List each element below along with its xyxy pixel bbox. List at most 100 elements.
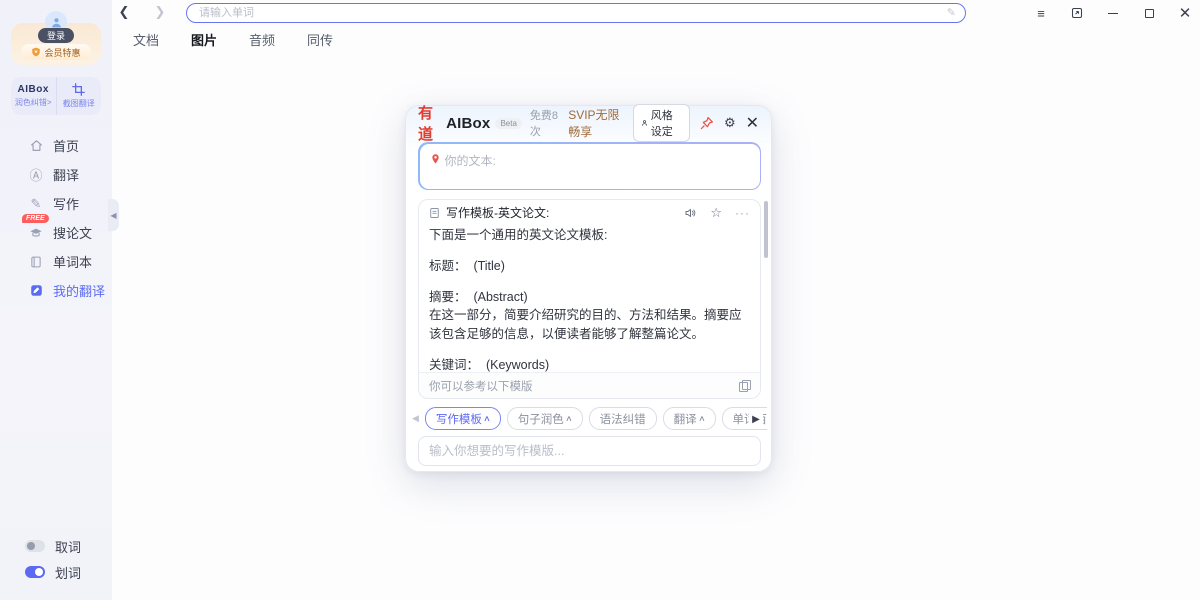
more-icon[interactable]: ··· [735,206,750,220]
tab-image[interactable]: 图片 [191,28,217,51]
screenshot-translate-shortcut[interactable]: 截图翻译 [56,77,102,115]
aibox-shortcut-card: AIBox 润色纠错> 截图翻译 [11,77,101,115]
chips-scroll-left-icon[interactable]: ◀ [412,413,419,424]
chip-translate[interactable]: 翻译∧ [663,407,716,430]
pin-window-icon[interactable] [700,115,714,131]
handwriting-pencil-icon[interactable]: ✎ [947,6,956,19]
aibox-title: AIBox [446,115,490,132]
aibox-dialog: 有道 AIBox Beta 免费8次 SVIP无限畅享 风格设定 ⚙ ✕ [405,105,772,472]
tab-audio[interactable]: 音频 [249,28,275,51]
sidebar: 登录 会员特惠 AIBox 润色纠错> 截图翻译 首页 Ⓐ [0,0,112,600]
sidebar-item-label: 我的翻译 [53,281,105,300]
word-select-label: 划词 [55,563,81,582]
minimize-icon[interactable] [1106,6,1120,20]
template-paragraph: 标题： (Title) [429,257,750,275]
sidebar-item-translate[interactable]: Ⓐ 翻译 [0,160,112,189]
tab-simultaneous[interactable]: 同传 [307,28,333,51]
youdao-logo: 有道 [418,102,442,144]
home-icon [29,139,43,153]
aibox-polish-label: 润色纠错> [15,97,52,108]
search-bar: ✎ [186,3,966,23]
word-capture-label: 取词 [55,537,81,556]
window-controls: ≡ ✕ [1034,0,1192,26]
vip-shield-icon [31,47,41,57]
dialog-header-actions: 免费8次 SVIP无限畅享 风格设定 ⚙ ✕ [530,104,759,142]
crop-icon [72,83,85,96]
location-pin-icon [430,153,441,165]
aibox-polish-shortcut[interactable]: AIBox 润色纠错> [11,77,56,115]
screenshot-translate-label: 截图翻译 [63,98,95,109]
svip-upsell-link[interactable]: SVIP无限畅享 [568,106,623,140]
maximize-icon[interactable] [1142,6,1156,20]
sidebar-item-wordbook[interactable]: 单词本 [0,247,112,276]
sidebar-item-search-papers[interactable]: FREE 搜论文 [0,218,112,247]
chip-grammar-check[interactable]: 语法纠错 [589,407,657,430]
settings-gear-icon[interactable]: ⚙ [724,115,736,131]
copy-icon[interactable] [739,380,750,392]
back-button[interactable]: ❮ [116,4,132,20]
word-select-toggle[interactable] [25,566,45,578]
chevron-up-icon: ∧ [698,414,706,423]
chip-label: 句子润色 [518,411,564,427]
translate-icon: Ⓐ [29,168,43,182]
tab-document[interactable]: 文档 [133,28,159,51]
template-paragraph: 摘要： (Abstract) [429,288,750,306]
template-card-footer: 你可以参考以下模版 [419,372,760,398]
style-settings-button[interactable]: 风格设定 [633,104,690,142]
free-badge: FREE [22,214,49,223]
template-paragraph: 下面是一个通用的英文论文模板: [429,226,750,244]
menu-icon[interactable]: ≡ [1034,6,1048,20]
vip-benefits-label: 会员特惠 [44,46,80,59]
sidebar-item-label: 写作 [53,194,79,213]
sidebar-collapse-handle[interactable]: ◀ [108,199,119,231]
chips-scroll-right-icon[interactable]: ▶ [749,411,763,427]
user-avatar-icon [50,16,63,29]
template-doc-icon [429,207,440,219]
function-chips-row: ◀ 写作模板∧ 句子润色∧ 语法纠错 翻译∧ 单词百科 论文去 [412,407,767,430]
sidebar-item-writing[interactable]: ✎ 写作 [0,189,112,218]
dialog-scrollbar-thumb[interactable] [764,201,768,258]
close-icon[interactable]: ✕ [1178,6,1192,20]
person-icon [641,118,648,128]
template-result-card: 写作模板-英文论文: ☆ ··· 下面是一个通用的英文论文模板: 标题： (Ti… [418,199,761,399]
search-input[interactable] [186,3,966,23]
your-text-input[interactable]: 你的文本: [420,144,760,189]
sidebar-item-label: 首页 [53,136,79,155]
speaker-icon[interactable] [684,207,697,219]
aibox-dialog-header: 有道 AIBox Beta 免费8次 SVIP无限畅享 风格设定 ⚙ ✕ [406,106,771,140]
media-tabs: 文档 图片 音频 同传 [133,28,333,51]
my-translation-icon [29,284,43,298]
template-paragraph: 在这一部分，简要介绍研究的目的、方法和结果。摘要应该包含足够的信息，以便读者能够… [429,306,750,342]
sidebar-item-label: 搜论文 [53,223,92,242]
sidebar-item-label: 单词本 [53,252,92,271]
dialog-close-icon[interactable]: ✕ [746,115,759,131]
template-request-input[interactable] [418,436,761,466]
chip-label: 语法纠错 [600,411,646,427]
login-button[interactable]: 登录 [38,28,74,43]
chip-label: 写作模板 [436,411,482,427]
word-capture-toggle[interactable] [25,540,45,552]
chip-sentence-polish[interactable]: 句子润色∧ [507,407,583,430]
template-footer-hint: 你可以参考以下模版 [429,378,533,394]
toggle-row-huaci: 划词 [0,559,112,585]
template-title: 写作模板-英文论文: [446,204,549,221]
sidebar-item-home[interactable]: 首页 [0,131,112,160]
forward-button[interactable]: ❯ [152,4,168,20]
aibox-logo: AIBox [18,84,49,95]
chip-label: 翻译 [674,411,697,427]
capture-toggles: 取词 划词 [0,533,112,585]
style-settings-label: 风格设定 [651,107,682,139]
chevron-up-icon: ∧ [483,414,491,423]
sidebar-item-my-translations[interactable]: 我的翻译 [0,276,112,305]
graduation-cap-icon [29,226,43,240]
chip-writing-template[interactable]: 写作模板∧ [425,407,501,430]
your-text-placeholder: 你的文本: [445,152,496,181]
vip-benefits-button[interactable]: 会员特惠 [21,44,91,60]
beta-badge: Beta [495,118,521,129]
sidebar-item-label: 翻译 [53,165,79,184]
flip-window-icon[interactable] [1070,6,1084,20]
star-icon[interactable]: ☆ [710,205,722,221]
chevron-up-icon: ∧ [565,414,573,423]
toggle-row-quci: 取词 [0,533,112,559]
pen-icon: ✎ [29,197,43,211]
